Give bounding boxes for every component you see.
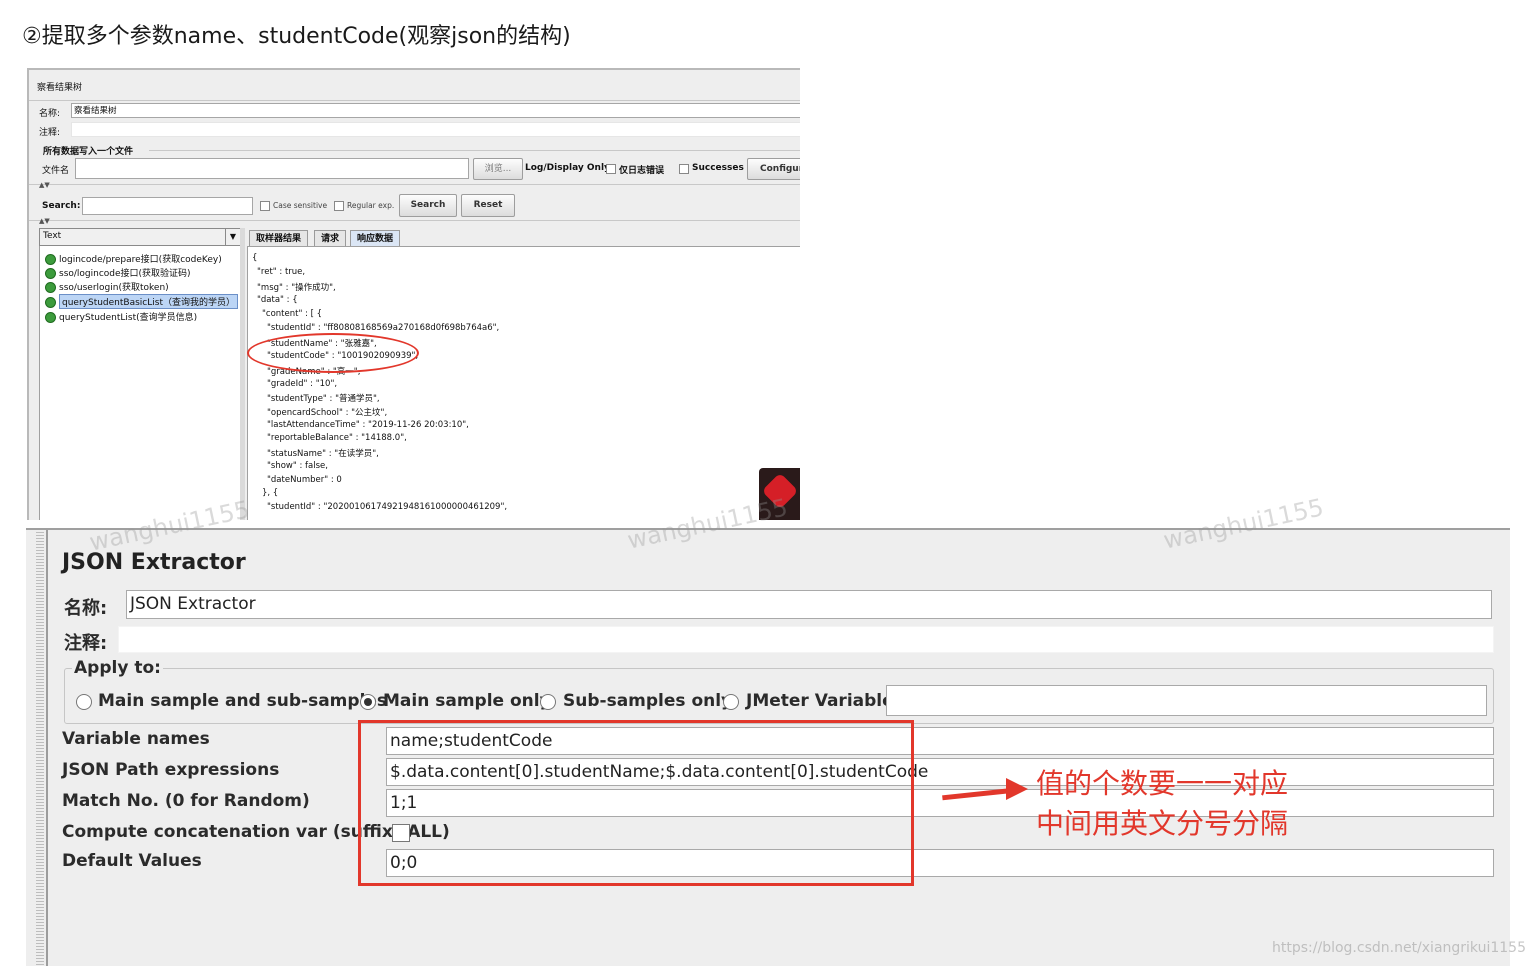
radio-sub-only[interactable] [540, 694, 556, 710]
vrt-reset-button[interactable]: Reset [461, 194, 515, 217]
vrt-search-label: Search: [42, 201, 81, 211]
vrt-successes-label: Successes [692, 163, 744, 173]
json-line: "msg" : "操作成功", [257, 283, 336, 293]
vrt-browse-button[interactable]: 浏览... [473, 158, 523, 180]
json-line: "reportableBalance" : "14188.0", [267, 433, 407, 443]
annotation-line-1: 值的个数要一一对应 [1036, 767, 1289, 800]
json-line: { [252, 253, 258, 263]
default-values-label: Default Values [62, 851, 202, 871]
radio-main-and-sub-label[interactable]: Main sample and sub-samples [98, 691, 387, 711]
json-line: "opencardSchool" : "公主坟", [267, 408, 388, 418]
vrt-regex-label: Regular exp. [347, 201, 395, 210]
apply-to-label: Apply to: [72, 658, 163, 678]
json-line: "studentType" : "普通学员", [267, 394, 380, 404]
vrt-search-input[interactable] [82, 197, 253, 215]
success-shield-icon [45, 297, 56, 308]
vrt-write-section: 所有数据写入一个文件 [43, 147, 134, 157]
renderer-value: Text [43, 231, 62, 241]
je-name-label: 名称: [64, 598, 108, 619]
jmeter-variable-input[interactable] [886, 685, 1487, 716]
vrt-case-checkbox[interactable] [260, 201, 270, 211]
vrt-comment-label: 注释: [39, 128, 61, 138]
vrt-case-label: Case sensitive [273, 201, 328, 210]
annotation-arrow-head [1006, 778, 1028, 800]
json-line: "show" : false, [267, 461, 328, 471]
success-shield-icon [45, 268, 56, 279]
json-line: }, { [262, 488, 279, 498]
vrt-name-value: 察看结果树 [74, 106, 117, 116]
annotation-line-2: 中间用英文分号分隔 [1036, 807, 1289, 840]
drag-strip[interactable] [36, 530, 44, 966]
json-line: "content" : [ { [262, 309, 323, 319]
match-no-label: Match No. (0 for Random) [62, 791, 310, 811]
json-line: "studentId" : "ff80808168569a270168d0f69… [267, 323, 500, 333]
json-line: "studentId" : "2020010617492194816100000… [267, 502, 508, 512]
json-line: "lastAttendanceTime" : "2019-11-26 20:03… [267, 420, 469, 430]
radio-main-only[interactable] [360, 694, 376, 710]
vrt-filename-input[interactable] [75, 158, 469, 179]
view-results-tree-screenshot: 察看结果树 名称: 察看结果树 注释: 所有数据写入一个文件 文件名 浏览...… [27, 68, 800, 520]
json-line: "ret" : true, [257, 267, 306, 277]
highlight-ellipse [247, 333, 419, 373]
pane-splitter[interactable] [240, 228, 245, 520]
renderer-select[interactable]: Text ▼ [39, 228, 241, 246]
radio-main-and-sub[interactable] [76, 694, 92, 710]
vrt-comment-input[interactable] [71, 122, 800, 137]
vrt-errors-label: 仅日志错误 [619, 166, 665, 176]
vrt-collapse-arrows[interactable]: ▲▼ [39, 181, 50, 189]
vrt-name-label: 名称: [39, 109, 61, 119]
radio-main-only-label[interactable]: Main sample only [383, 691, 551, 711]
source-credit: https://blog.csdn.net/xiangrikui1155 [1272, 940, 1526, 956]
json-extractor-title: JSON Extractor [62, 550, 246, 575]
radio-jmeter-variable-label[interactable]: JMeter Variable [746, 691, 894, 711]
vrt-filename-label: 文件名 [42, 166, 70, 176]
je-name-input[interactable]: JSON Extractor [126, 590, 1492, 619]
json-extractor-screenshot: JSON Extractor 名称: JSON Extractor 注释: Ap… [26, 528, 1510, 966]
vrt-configure-button[interactable]: Configure [747, 158, 800, 180]
radio-jmeter-variable[interactable] [723, 694, 739, 710]
chevron-down-icon[interactable]: ▼ [225, 229, 240, 245]
success-shield-icon [45, 312, 56, 323]
vrt-title: 察看结果树 [37, 83, 83, 93]
vrt-errors-checkbox[interactable] [606, 164, 616, 174]
radio-sub-only-label[interactable]: Sub-samples only [563, 691, 732, 711]
je-comment-label: 注释: [64, 633, 108, 654]
json-line: "gradeId" : "10", [267, 379, 338, 389]
vrt-name-input[interactable]: 察看结果树 [71, 103, 800, 118]
variable-names-label: Variable names [62, 729, 210, 749]
je-comment-input[interactable] [118, 626, 1494, 653]
success-shield-icon [45, 254, 56, 265]
success-shield-icon [45, 282, 56, 293]
vrt-collapse-arrows-2[interactable]: ▲▼ [39, 217, 50, 225]
json-line: "statusName" : "在读学员", [267, 449, 379, 459]
json-line: "dateNumber" : 0 [267, 475, 342, 485]
vrt-successes-checkbox[interactable] [679, 164, 689, 174]
divider [46, 530, 48, 966]
highlight-rectangle [358, 720, 914, 886]
vrt-log-display-label: Log/Display Only: [525, 163, 614, 173]
json-path-label: JSON Path expressions [62, 760, 280, 780]
json-line: "data" : { [257, 295, 298, 305]
vrt-search-button[interactable]: Search [399, 194, 457, 217]
vrt-regex-checkbox[interactable] [334, 201, 344, 211]
page-heading: ②提取多个参数name、studentCode(观察json的结构) [22, 24, 571, 49]
